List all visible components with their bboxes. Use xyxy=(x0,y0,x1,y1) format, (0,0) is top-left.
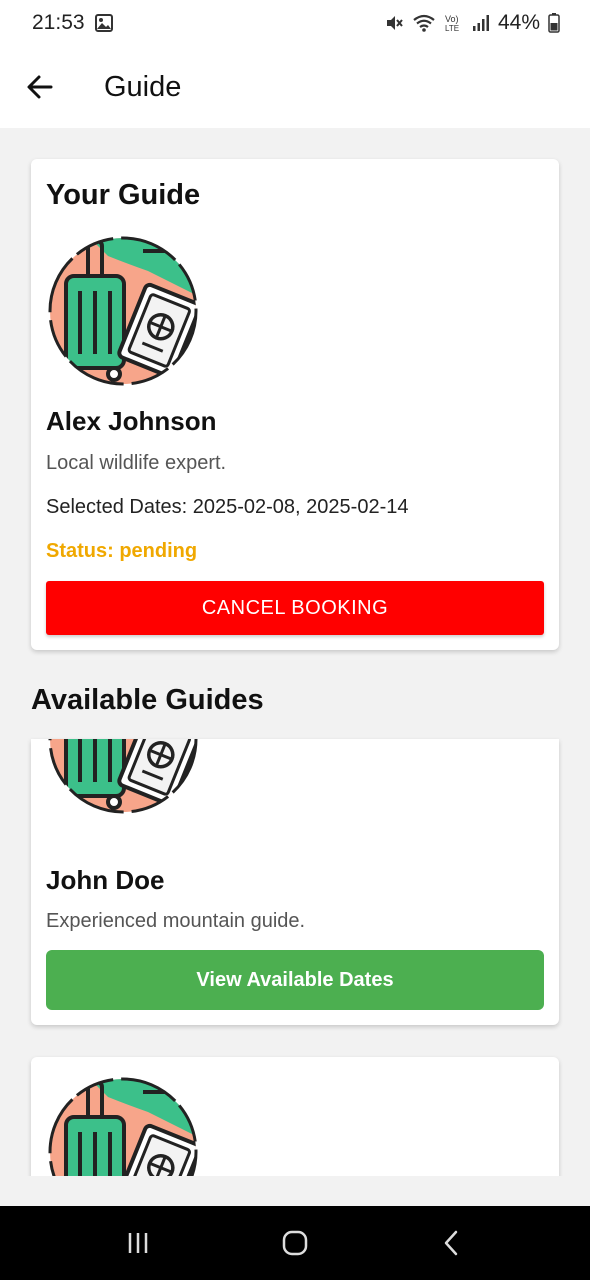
battery-percent: 44% xyxy=(497,11,540,34)
your-guide-description: Local wildlife expert. xyxy=(46,452,227,474)
main-content[interactable]: Your Guide Alex Johnson Local wildlife e… xyxy=(0,128,590,1176)
battery-icon xyxy=(548,13,560,33)
image-icon xyxy=(94,14,113,32)
system-nav-bar xyxy=(0,1206,590,1280)
status-time: 21:53 xyxy=(32,11,85,34)
page-title: Guide xyxy=(104,70,182,103)
svg-text:Vo): Vo) xyxy=(445,14,459,24)
your-guide-title: Your Guide xyxy=(46,179,201,211)
your-guide-name: Alex Johnson xyxy=(46,406,217,436)
guide-avatar xyxy=(48,1077,198,1176)
signal-icon xyxy=(472,14,490,32)
recent-apps-icon xyxy=(129,1233,148,1253)
guide-description: Experienced mountain guide. xyxy=(46,910,306,932)
guide-avatar xyxy=(48,236,198,386)
svg-text:LTE: LTE xyxy=(445,24,459,33)
guide-card: John Doe Experienced mountain guide. Vie… xyxy=(31,739,559,1025)
selected-dates: Selected Dates: 2025-02-08, 2025-02-14 xyxy=(46,496,409,518)
home-icon xyxy=(282,1230,308,1256)
status-bar: 21:53 Vo) LTE 44% xyxy=(0,0,590,46)
guide-avatar xyxy=(48,739,198,814)
guide-name: John Doe xyxy=(46,865,165,895)
back-button[interactable] xyxy=(0,46,80,128)
app-bar: Guide xyxy=(0,46,590,128)
recent-apps-button[interactable] xyxy=(98,1213,178,1273)
view-available-dates-button[interactable]: View Available Dates xyxy=(46,950,544,1010)
mute-icon xyxy=(384,13,404,33)
guide-card xyxy=(31,1057,559,1176)
booking-status: Status: pending xyxy=(46,540,198,562)
arrow-left-icon xyxy=(27,75,53,99)
available-guides-title: Available Guides xyxy=(31,684,264,716)
volte-icon: Vo) LTE xyxy=(444,13,464,33)
back-icon xyxy=(444,1230,457,1256)
system-back-button[interactable] xyxy=(412,1213,492,1273)
home-button[interactable] xyxy=(255,1213,335,1273)
your-guide-card: Your Guide Alex Johnson Local wildlife e… xyxy=(31,159,559,650)
wifi-icon xyxy=(412,13,436,33)
cancel-booking-button[interactable]: CANCEL BOOKING xyxy=(46,581,544,635)
